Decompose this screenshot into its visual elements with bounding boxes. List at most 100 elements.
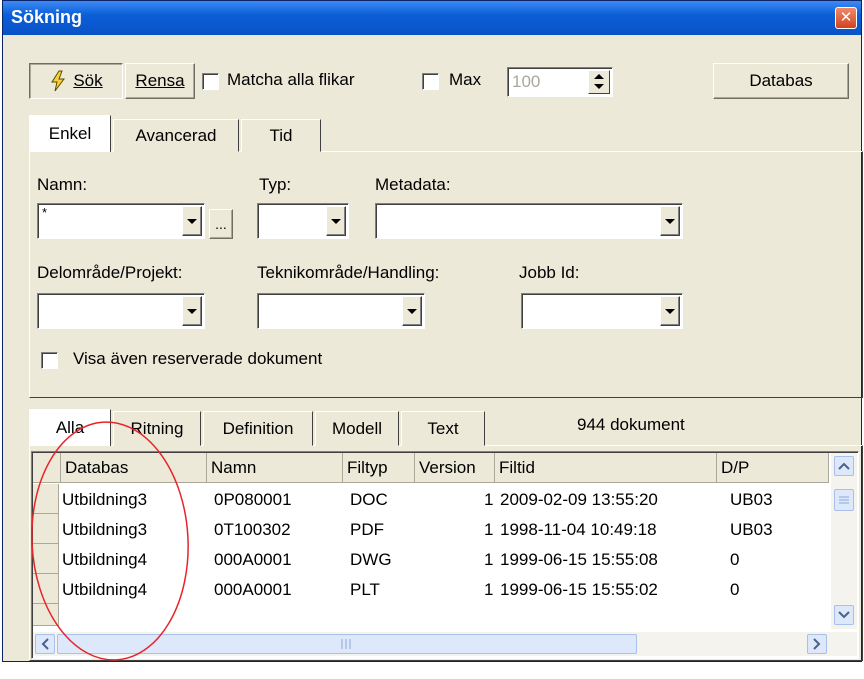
- tab-avancerad[interactable]: Avancerad: [113, 119, 239, 152]
- tab-ritning[interactable]: Ritning: [113, 411, 201, 446]
- column-header-namn[interactable]: Namn: [207, 453, 343, 483]
- chevron-up-icon: [838, 462, 850, 470]
- document-count: 944 dokument: [577, 415, 685, 434]
- vertical-scroll-thumb[interactable]: [834, 489, 854, 511]
- tab-definition[interactable]: Definition: [203, 411, 313, 446]
- chevron-right-icon: [813, 638, 821, 650]
- cell-filtid: 2009-02-09 13:55:20: [500, 490, 658, 509]
- results-grid[interactable]: Databas Namn Filtyp Version Filtid D/P U…: [31, 451, 859, 659]
- row-indicator: [33, 604, 59, 626]
- column-header-filtid[interactable]: Filtid: [495, 453, 717, 483]
- spin-up-icon[interactable]: [594, 74, 604, 79]
- scroll-left-button[interactable]: [35, 634, 55, 654]
- subarea-dropdown-button[interactable]: [182, 296, 202, 326]
- tab-avancerad-label: Avancerad: [135, 125, 217, 145]
- title-bar[interactable]: Sökning ✕: [3, 1, 861, 35]
- cell-filtyp: PLT: [350, 580, 380, 599]
- cell-namn: 000A0001: [214, 550, 292, 569]
- cell-namn: 0T100302: [214, 520, 291, 539]
- column-header-filtyp-label: Filtyp: [347, 458, 388, 477]
- max-input[interactable]: 100: [507, 67, 613, 97]
- tab-enkel-label: Enkel: [48, 124, 92, 143]
- chevron-down-icon: [665, 308, 675, 314]
- tab-tid[interactable]: Tid: [241, 119, 321, 152]
- max-label: Max: [449, 70, 482, 89]
- chevron-left-icon: [41, 638, 49, 650]
- column-header-filtyp[interactable]: Filtyp: [343, 453, 415, 483]
- row-indicator[interactable]: [33, 484, 59, 514]
- column-header-version-label: Version: [419, 458, 476, 477]
- tab-enkel[interactable]: Enkel: [29, 115, 111, 152]
- name-value: *: [42, 205, 48, 220]
- lightning-icon: [49, 70, 67, 92]
- cell-dp: UB03: [730, 490, 773, 509]
- metadata-combo[interactable]: [375, 203, 683, 239]
- cell-version: 1: [484, 490, 494, 509]
- cell-databas: Utbildning3: [62, 490, 148, 509]
- vertical-scrollbar[interactable]: [831, 453, 857, 629]
- tech-area-dropdown-button[interactable]: [402, 296, 422, 326]
- chevron-down-icon: [838, 611, 850, 619]
- tab-definition-label: Definition: [222, 418, 294, 438]
- type-combo[interactable]: [257, 203, 349, 239]
- cell-databas: Utbildning3: [62, 520, 148, 539]
- match-all-tabs-checkbox[interactable]: [202, 73, 219, 90]
- close-icon: ✕: [839, 9, 853, 26]
- row-indicator[interactable]: [33, 544, 59, 574]
- name-dropdown-button[interactable]: [182, 206, 202, 236]
- column-header-filtid-label: Filtid: [499, 458, 535, 477]
- close-button[interactable]: ✕: [835, 7, 857, 29]
- tab-alla[interactable]: Alla: [29, 409, 111, 446]
- tab-text[interactable]: Text: [401, 411, 485, 446]
- show-reserved-checkbox[interactable]: [41, 352, 58, 369]
- browse-button-label: ...: [215, 216, 227, 232]
- clear-button[interactable]: Rensa: [125, 63, 195, 99]
- search-button-label: Sök: [73, 71, 103, 90]
- chevron-down-icon: [331, 218, 341, 224]
- tab-text-label: Text: [427, 418, 459, 438]
- cell-dp: UB03: [730, 520, 773, 539]
- horizontal-scroll-thumb[interactable]: [57, 634, 637, 654]
- column-header-databas[interactable]: Databas: [61, 453, 207, 483]
- spin-down-icon[interactable]: [594, 84, 604, 89]
- cell-version: 1: [484, 550, 494, 569]
- job-id-dropdown-button[interactable]: [660, 296, 680, 326]
- cell-databas: Utbildning4: [62, 550, 148, 569]
- tab-ritning-label: Ritning: [130, 418, 184, 438]
- scroll-right-button[interactable]: [807, 634, 827, 654]
- column-header-databas-label: Databas: [65, 458, 129, 477]
- database-button-label: Databas: [749, 71, 813, 90]
- chevron-down-icon: [187, 218, 197, 224]
- scroll-up-button[interactable]: [834, 456, 854, 476]
- tech-area-combo[interactable]: [257, 293, 425, 329]
- max-checkbox[interactable]: [422, 73, 439, 90]
- cell-dp: 0: [730, 580, 740, 599]
- job-id-combo[interactable]: [521, 293, 683, 329]
- horizontal-scrollbar[interactable]: [33, 632, 857, 656]
- cell-databas: Utbildning4: [62, 580, 148, 599]
- search-button[interactable]: Sök: [29, 63, 123, 99]
- browse-button[interactable]: ...: [209, 209, 233, 239]
- column-header-dp[interactable]: D/P: [717, 453, 829, 483]
- chevron-down-icon: [665, 218, 675, 224]
- subarea-label: Delområde/Projekt:: [37, 263, 183, 282]
- tab-tid-label: Tid: [269, 125, 293, 145]
- scroll-down-button[interactable]: [834, 605, 854, 625]
- cell-filtyp: PDF: [350, 520, 384, 539]
- row-indicator[interactable]: [33, 514, 59, 544]
- column-header-version[interactable]: Version: [415, 453, 495, 483]
- name-combo[interactable]: *: [37, 203, 205, 239]
- row-indicator[interactable]: [33, 574, 59, 604]
- tab-modell[interactable]: Modell: [315, 411, 399, 446]
- database-button[interactable]: Databas: [713, 63, 849, 99]
- clear-button-label: Rensa: [135, 71, 185, 90]
- metadata-dropdown-button[interactable]: [660, 206, 680, 236]
- cell-namn: 0P080001: [214, 490, 292, 509]
- max-spinner[interactable]: [588, 70, 610, 94]
- cell-filtid: 1999-06-15 15:55:08: [500, 550, 658, 569]
- cell-filtyp: DOC: [350, 490, 388, 509]
- subarea-combo[interactable]: [37, 293, 205, 329]
- type-label: Typ:: [259, 175, 292, 194]
- grip-icon: [839, 496, 849, 504]
- type-dropdown-button[interactable]: [326, 206, 346, 236]
